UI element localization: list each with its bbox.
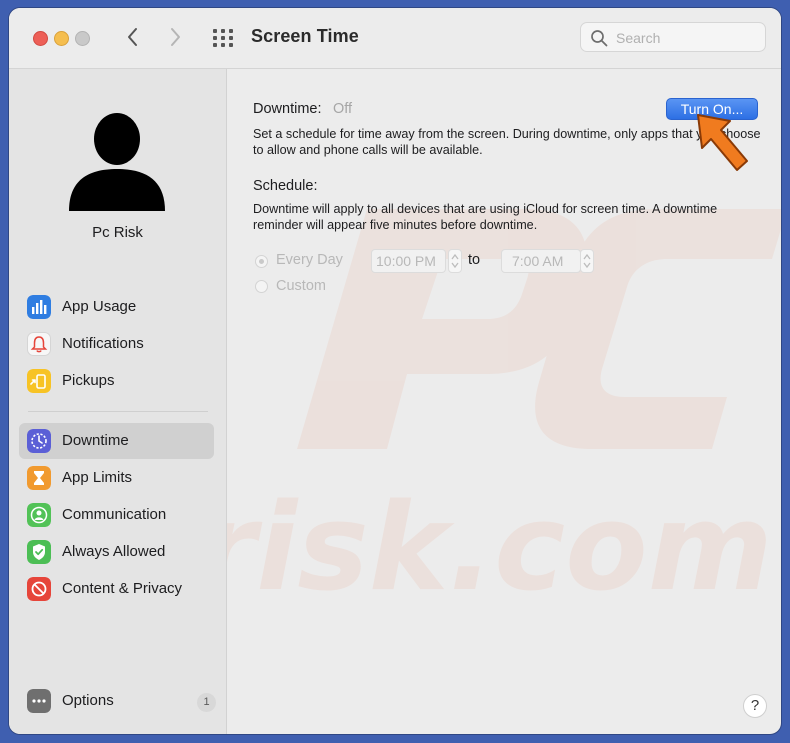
svg-text:risk.com: risk.com [227, 479, 773, 618]
to-time-stepper[interactable] [580, 249, 594, 273]
sidebar-item-label: Content & Privacy [62, 580, 183, 597]
stepper-arrows-icon [583, 253, 591, 269]
schedule-label: Schedule: [253, 178, 318, 194]
options-count-badge: 1 [197, 693, 216, 712]
sidebar-item-always-allowed[interactable]: Always Allowed [19, 534, 214, 570]
sidebar-item-notifications[interactable]: Notifications [19, 326, 214, 362]
orange-arrow-annotation-icon [697, 114, 748, 171]
every-day-label: Every Day [276, 252, 343, 268]
user-avatar-icon [69, 113, 165, 211]
downtime-description: Set a schedule for time away from the sc… [253, 127, 761, 157]
sidebar-item-downtime[interactable]: Downtime [19, 423, 214, 459]
search-field[interactable] [580, 22, 766, 52]
checkmark-icon [27, 540, 51, 564]
stepper-arrows-icon [451, 253, 459, 269]
window-title: Screen Time [251, 26, 359, 46]
custom-label: Custom [276, 278, 326, 294]
screen-time-window: Screen Time Pc Risk App Usage [9, 8, 781, 734]
sidebar-item-communication[interactable]: Communication [19, 497, 214, 533]
schedule-description: Downtime will apply to all devices that … [253, 202, 718, 232]
close-window-button[interactable] [33, 31, 48, 46]
sidebar-item-label: Pickups [62, 372, 115, 389]
from-time-field[interactable]: 10:00 PM [371, 249, 446, 273]
grid-icon [213, 29, 233, 47]
sidebar-item-label: Communication [62, 506, 167, 523]
bell-icon [27, 332, 51, 356]
back-button[interactable] [121, 25, 145, 49]
downtime-icon [27, 429, 51, 453]
hourglass-icon [27, 466, 51, 490]
account-name: Pc Risk [92, 224, 143, 241]
downtime-status: Off [333, 101, 353, 117]
sidebar: Pc Risk App Usage Notifications Pickups … [9, 69, 227, 734]
help-button[interactable]: ? [743, 694, 767, 718]
custom-radio[interactable] [255, 280, 268, 293]
search-icon [591, 30, 608, 47]
person-icon [27, 503, 51, 527]
search-input[interactable] [614, 27, 758, 49]
to-time-field[interactable]: 7:00 AM [501, 249, 581, 273]
sidebar-item-content-privacy[interactable]: Content & Privacy [19, 571, 214, 607]
sidebar-item-label: Options [62, 692, 114, 709]
title-bar: Screen Time [9, 8, 781, 69]
sidebar-item-label: App Usage [62, 298, 137, 315]
ellipsis-icon [27, 689, 51, 713]
sidebar-item-app-limits[interactable]: App Limits [19, 460, 214, 496]
sidebar-item-app-usage[interactable]: App Usage [19, 289, 214, 325]
sidebar-item-pickups[interactable]: Pickups [19, 363, 214, 399]
pickup-icon [27, 369, 51, 393]
sidebar-item-label: Always Allowed [62, 543, 166, 560]
bar-chart-icon [27, 295, 51, 319]
forward-button[interactable] [163, 25, 187, 49]
from-time-stepper[interactable] [448, 249, 462, 273]
sidebar-item-label: Notifications [62, 335, 144, 352]
sidebar-item-options[interactable]: Options 1 [19, 683, 216, 719]
every-day-radio[interactable] [255, 255, 268, 268]
downtime-label: Downtime: [253, 101, 322, 117]
chevron-right-icon [171, 28, 180, 46]
no-entry-icon [27, 577, 51, 601]
zoom-window-button[interactable] [75, 31, 90, 46]
sidebar-item-label: Downtime [62, 432, 129, 449]
show-all-button[interactable] [212, 28, 234, 48]
sidebar-divider [28, 411, 208, 412]
downtime-pane: risk.com Downtime: Off Turn On... Set a … [227, 69, 781, 734]
chevron-left-icon [128, 28, 137, 46]
to-label: to [468, 252, 481, 268]
sidebar-item-label: App Limits [62, 469, 133, 486]
minimize-window-button[interactable] [54, 31, 69, 46]
